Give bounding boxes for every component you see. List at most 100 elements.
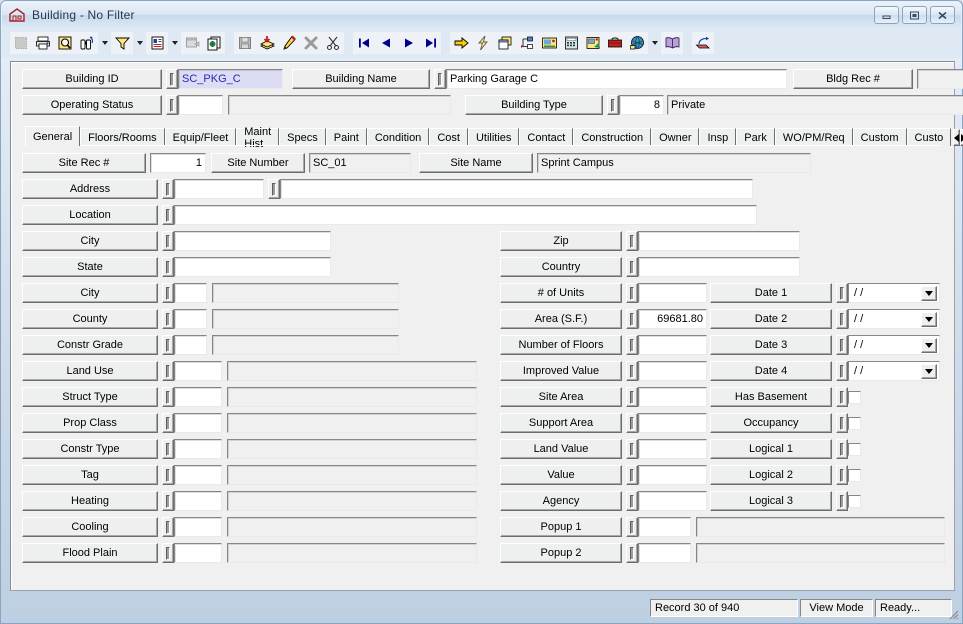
value-lookup-handle[interactable] <box>626 465 638 485</box>
cooling-code-input[interactable] <box>174 517 222 537</box>
label-popup-1[interactable]: Popup 1 <box>500 517 622 537</box>
site-area-input[interactable] <box>638 387 707 407</box>
address-lookup-handle[interactable] <box>162 179 174 199</box>
resize-grip-icon[interactable] <box>945 606 959 620</box>
flood-plain-lookup-handle[interactable] <box>162 543 174 563</box>
tab-floors-rooms[interactable]: Floors/Rooms <box>80 128 165 146</box>
label-date-4[interactable]: Date 4 <box>710 361 832 381</box>
site-area-lookup-handle[interactable] <box>626 387 638 407</box>
label-land-use[interactable]: Land Use <box>22 361 158 381</box>
logical-3-checkbox[interactable] <box>848 494 861 508</box>
new-record-button[interactable] <box>10 32 32 54</box>
label-number-of-floors[interactable]: Number of Floors <box>500 335 622 355</box>
label-tag[interactable]: Tag <box>22 465 158 485</box>
label-state[interactable]: State <box>22 257 158 277</box>
zip-input[interactable] <box>638 231 800 251</box>
tab-insp[interactable]: Insp <box>699 128 737 146</box>
label-date-2[interactable]: Date 2 <box>710 309 832 329</box>
tag-lookup-handle[interactable] <box>162 465 174 485</box>
print-preview-button[interactable] <box>54 32 76 54</box>
site-rec-input[interactable]: 1 <box>150 153 206 173</box>
state-lookup-handle[interactable] <box>162 257 174 277</box>
constr-grade-lookup-handle[interactable] <box>162 335 174 355</box>
find-dropdown-button[interactable] <box>98 32 111 54</box>
building-type-label[interactable]: Building Type <box>465 95 603 115</box>
address-lookup-handle-2[interactable] <box>268 179 280 199</box>
exit-button[interactable] <box>692 32 714 54</box>
last-record-button[interactable] <box>419 32 441 54</box>
support-area-input[interactable] <box>638 413 707 433</box>
print-button[interactable] <box>32 32 54 54</box>
label-location[interactable]: Location <box>22 205 158 225</box>
label-site-area[interactable]: Site Area <box>500 387 622 407</box>
date-3-lookup-handle[interactable] <box>836 335 848 355</box>
web-button[interactable] <box>626 32 648 54</box>
logical-2-checkbox[interactable] <box>848 468 861 482</box>
attachments-button[interactable] <box>582 32 604 54</box>
image-button[interactable] <box>538 32 560 54</box>
label-city-2[interactable]: City <box>22 283 158 303</box>
calculator-button[interactable] <box>560 32 582 54</box>
date-1-calendar-dropdown-button[interactable] <box>921 286 937 301</box>
goto-button[interactable] <box>450 32 472 54</box>
post-button[interactable] <box>256 32 278 54</box>
popup-2-input[interactable] <box>638 543 691 563</box>
tab-specs[interactable]: Specs <box>279 128 326 146</box>
constr-type-code-input[interactable] <box>174 439 222 459</box>
date-3-calendar-dropdown-button[interactable] <box>921 338 937 353</box>
date-4-date-input[interactable]: / / <box>848 361 940 381</box>
label-struct-type[interactable]: Struct Type <box>22 387 158 407</box>
city-input[interactable] <box>174 231 331 251</box>
tab-paint[interactable]: Paint <box>325 128 367 146</box>
label-popup-2[interactable]: Popup 2 <box>500 543 622 563</box>
label-occupancy[interactable]: Occupancy <box>710 413 832 433</box>
number-of-floors-input[interactable] <box>638 335 707 355</box>
city-2-code-input[interactable] <box>174 283 207 303</box>
label-logical-1[interactable]: Logical 1 <box>710 439 832 459</box>
label-prop-class[interactable]: Prop Class <box>22 413 158 433</box>
tab-owner[interactable]: Owner <box>651 128 700 146</box>
date-2-calendar-dropdown-button[interactable] <box>921 312 937 327</box>
label-logical-2[interactable]: Logical 2 <box>710 465 832 485</box>
tab-contact[interactable]: Contact <box>519 128 574 146</box>
struct-type-code-input[interactable] <box>174 387 222 407</box>
logical-2-lookup-handle[interactable] <box>836 465 848 485</box>
label-constr-type[interactable]: Constr Type <box>22 439 158 459</box>
tab-general[interactable]: General <box>25 126 81 146</box>
constr-type-lookup-handle[interactable] <box>162 439 174 459</box>
address-input[interactable] <box>174 179 264 199</box>
operating-status-label[interactable]: Operating Status <box>22 95 162 115</box>
agency-lookup-handle[interactable] <box>626 491 638 511</box>
tree-view-button[interactable] <box>516 32 538 54</box>
building-name-lookup-handle[interactable] <box>434 69 446 89</box>
operating-status-lookup-handle[interactable] <box>166 95 178 115</box>
label-cooling[interactable]: Cooling <box>22 517 158 537</box>
site-rec-label[interactable]: Site Rec # <box>22 153 146 173</box>
state-input[interactable] <box>174 257 331 277</box>
date-2-date-input[interactable]: / / <box>848 309 940 329</box>
edit-button[interactable] <box>278 32 300 54</box>
building-id-lookup-handle[interactable] <box>166 69 178 89</box>
label-support-area[interactable]: Support Area <box>500 413 622 433</box>
building-type-code-input[interactable]: 8 <box>619 95 664 115</box>
county-lookup-handle[interactable] <box>162 309 174 329</box>
flood-plain-code-input[interactable] <box>174 543 222 563</box>
prop-class-code-input[interactable] <box>174 413 222 433</box>
building-name-input[interactable]: Parking Garage C <box>446 69 787 89</box>
label-date-1[interactable]: Date 1 <box>710 283 832 303</box>
address-input-2[interactable] <box>280 179 753 199</box>
struct-type-lookup-handle[interactable] <box>162 387 174 407</box>
area-sf-lookup-handle[interactable] <box>626 309 638 329</box>
number-of-floors-lookup-handle[interactable] <box>626 335 638 355</box>
site-number-label[interactable]: Site Number <box>211 153 305 173</box>
tab-utilities[interactable]: Utilities <box>467 128 520 146</box>
tab-scroll-left-button[interactable] <box>953 129 961 146</box>
label-area-sf[interactable]: Area (S.F.) <box>500 309 622 329</box>
label-zip[interactable]: Zip <box>500 231 622 251</box>
label-address[interactable]: Address <box>22 179 158 199</box>
support-area-lookup-handle[interactable] <box>626 413 638 433</box>
label-improved-value[interactable]: Improved Value <box>500 361 622 381</box>
label-has-basement[interactable]: Has Basement <box>710 387 832 407</box>
label-county[interactable]: County <box>22 309 158 329</box>
save-button[interactable] <box>234 32 256 54</box>
